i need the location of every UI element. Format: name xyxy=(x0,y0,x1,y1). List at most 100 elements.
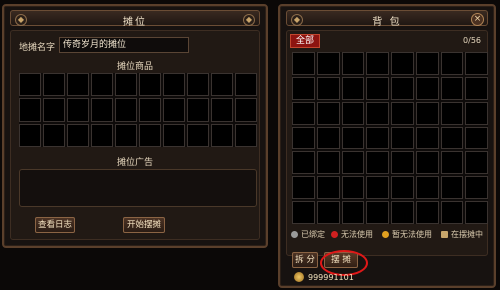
bag-slot[interactable] xyxy=(465,76,488,100)
bag-slot[interactable] xyxy=(292,201,315,224)
bag-slot[interactable] xyxy=(341,101,365,125)
stall-slot[interactable] xyxy=(139,73,161,97)
stall-slot[interactable] xyxy=(163,98,185,122)
stall-slot[interactable] xyxy=(91,98,113,122)
bag-slot[interactable] xyxy=(465,101,488,125)
stall-slot[interactable] xyxy=(187,73,209,97)
bag-slot[interactable] xyxy=(391,52,414,75)
bag-slot[interactable] xyxy=(366,76,389,100)
bag-slot[interactable] xyxy=(292,176,315,200)
bag-slot[interactable] xyxy=(292,126,315,150)
bag-slot[interactable] xyxy=(316,151,340,175)
bag-slot[interactable] xyxy=(440,76,464,100)
stall-slot[interactable] xyxy=(187,123,209,147)
stall-slot[interactable] xyxy=(211,73,233,97)
view-log-button[interactable]: 查看日志 xyxy=(35,217,75,233)
bag-slot[interactable] xyxy=(465,126,488,150)
stall-slot[interactable] xyxy=(43,98,65,122)
gold-display: 999991101 xyxy=(294,272,354,282)
bag-slot[interactable] xyxy=(391,76,414,100)
bag-slot[interactable] xyxy=(440,52,464,75)
bag-slot[interactable] xyxy=(366,101,389,125)
bag-slot[interactable] xyxy=(316,126,340,150)
bag-title-bar[interactable]: ◆ 背 包 × xyxy=(286,10,488,28)
bag-slot[interactable] xyxy=(391,101,414,125)
stall-slot[interactable] xyxy=(235,73,257,97)
stall-slot[interactable] xyxy=(43,73,65,97)
bag-slot[interactable] xyxy=(366,151,389,175)
bag-slot[interactable] xyxy=(341,52,365,75)
bag-slot[interactable] xyxy=(415,176,439,200)
stall-slot[interactable] xyxy=(67,98,89,122)
bag-slot[interactable] xyxy=(415,201,439,224)
bag-slot[interactable] xyxy=(366,176,389,200)
bag-slot[interactable] xyxy=(341,201,365,224)
bag-slot[interactable] xyxy=(440,126,464,150)
bag-slot[interactable] xyxy=(415,126,439,150)
bag-slot[interactable] xyxy=(391,151,414,175)
stall-name-input[interactable]: 传奇岁月的摊位 xyxy=(59,37,189,53)
stall-slot[interactable] xyxy=(19,123,41,147)
bag-slot[interactable] xyxy=(440,176,464,200)
bag-slot[interactable] xyxy=(316,176,340,200)
stall-slot[interactable] xyxy=(211,98,233,122)
bag-slot[interactable] xyxy=(316,201,340,224)
bag-slot[interactable] xyxy=(341,76,365,100)
bag-slot[interactable] xyxy=(465,151,488,175)
bag-slot[interactable] xyxy=(465,201,488,224)
bag-slot[interactable] xyxy=(415,52,439,75)
bag-slot[interactable] xyxy=(366,126,389,150)
bag-slot[interactable] xyxy=(292,76,315,100)
bag-slot[interactable] xyxy=(440,201,464,224)
legend-bound: 已绑定 xyxy=(291,229,325,240)
tab-all[interactable]: 全部 xyxy=(290,34,321,48)
bag-slot[interactable] xyxy=(391,201,414,224)
bag-slot[interactable] xyxy=(366,52,389,75)
bag-slot[interactable] xyxy=(366,201,389,224)
stall-slot[interactable] xyxy=(139,98,161,122)
bag-slot[interactable] xyxy=(316,76,340,100)
legend-in-stall: 在摆摊中 xyxy=(441,229,483,240)
stall-slot[interactable] xyxy=(163,123,185,147)
stall-slot[interactable] xyxy=(91,73,113,97)
bag-slot[interactable] xyxy=(341,151,365,175)
stall-slot[interactable] xyxy=(115,73,137,97)
bag-slot[interactable] xyxy=(440,151,464,175)
stall-ad-textarea[interactable] xyxy=(19,169,257,207)
split-button[interactable]: 拆 分 xyxy=(292,252,318,268)
stall-slot[interactable] xyxy=(19,73,41,97)
bag-slot[interactable] xyxy=(391,176,414,200)
stall-slot[interactable] xyxy=(235,98,257,122)
stall-slot[interactable] xyxy=(115,123,137,147)
bag-slot[interactable] xyxy=(341,126,365,150)
bag-slot[interactable] xyxy=(316,101,340,125)
bag-slot[interactable] xyxy=(415,101,439,125)
bag-slot[interactable] xyxy=(341,176,365,200)
bag-slot[interactable] xyxy=(292,52,315,75)
stall-slot[interactable] xyxy=(139,123,161,147)
bag-slot[interactable] xyxy=(440,101,464,125)
stall-slot[interactable] xyxy=(187,98,209,122)
start-stall-button[interactable]: 开始摆摊 xyxy=(123,217,165,233)
bag-panel: ◆ 背 包 × 全部 0/56 已绑定 无法使用 暂无法使用 在摆摊中 拆 分 … xyxy=(278,4,496,288)
stall-slot[interactable] xyxy=(43,123,65,147)
bag-slot[interactable] xyxy=(316,52,340,75)
stall-slot[interactable] xyxy=(19,98,41,122)
close-icon[interactable]: × xyxy=(471,13,484,26)
stall-slot[interactable] xyxy=(211,123,233,147)
bag-slot[interactable] xyxy=(415,76,439,100)
stall-slot[interactable] xyxy=(67,123,89,147)
bag-slot[interactable] xyxy=(292,151,315,175)
stall-slot[interactable] xyxy=(67,73,89,97)
stall-slot[interactable] xyxy=(163,73,185,97)
bag-slot[interactable] xyxy=(465,176,488,200)
bag-slot[interactable] xyxy=(415,151,439,175)
stall-slot[interactable] xyxy=(91,123,113,147)
stall-slot[interactable] xyxy=(115,98,137,122)
stall-title: 摊位 xyxy=(123,17,147,28)
stall-title-bar[interactable]: ◆ 摊位 ◆ xyxy=(10,10,260,28)
bag-slot[interactable] xyxy=(465,52,488,75)
stall-slot[interactable] xyxy=(235,123,257,147)
bag-slot[interactable] xyxy=(292,101,315,125)
bag-slot[interactable] xyxy=(391,126,414,150)
